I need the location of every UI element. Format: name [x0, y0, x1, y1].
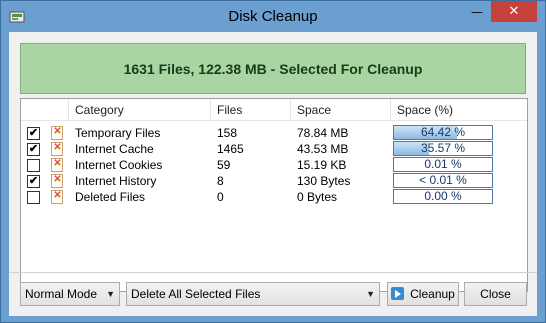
header-select-col[interactable] [21, 99, 69, 121]
row-checkbox[interactable]: ✔ [27, 127, 40, 140]
space-percent-bar: 0.00 % [393, 189, 493, 204]
row-files: 0 [217, 190, 224, 204]
minimize-icon: — [471, 4, 483, 19]
row-category: Temporary Files [75, 126, 161, 140]
row-space: 130 Bytes [297, 174, 351, 188]
row-category: Deleted Files [75, 190, 146, 204]
cleanup-button[interactable]: Cleanup [387, 282, 459, 306]
title-bar[interactable]: Disk Cleanup — ✕ [1, 1, 545, 32]
row-space: 15.19 KB [297, 158, 347, 172]
row-space: 78.84 MB [297, 126, 349, 140]
cleanup-button-label: Cleanup [410, 287, 455, 301]
header-space[interactable]: Space [291, 99, 391, 121]
table-row[interactable]: Deleted Files 0 0 Bytes 0.00 % [21, 189, 527, 205]
space-percent-bar: 35.57 % [393, 141, 493, 156]
space-percent-label: 35.57 % [420, 141, 466, 155]
space-percent-bar: 0.01 % [393, 157, 493, 172]
action-select[interactable]: Delete All Selected Files ▼ [126, 282, 380, 306]
space-percent-label: < 0.01 % [419, 173, 467, 187]
mode-select-value: Normal Mode [25, 287, 98, 301]
row-space: 43.53 MB [297, 142, 349, 156]
mode-select[interactable]: Normal Mode ▼ [20, 282, 120, 306]
table-row[interactable]: ✔ Temporary Files 158 78.84 MB 64.42 % [21, 125, 527, 141]
play-icon [391, 287, 405, 300]
row-category: Internet Cache [75, 142, 154, 156]
row-category: Internet History [75, 174, 157, 188]
header-space-percent[interactable]: Space (%) [391, 99, 527, 121]
action-select-value: Delete All Selected Files [131, 287, 261, 301]
table-row[interactable]: Internet Cookies 59 15.19 KB 0.01 % [21, 157, 527, 173]
footer-separator [9, 272, 537, 273]
space-percent-bar: < 0.01 % [393, 173, 493, 188]
delete-file-icon [51, 190, 63, 204]
delete-file-icon [51, 126, 63, 140]
list-header: Category Files Space Space (%) [21, 99, 527, 121]
delete-file-icon [51, 142, 63, 156]
table-row[interactable]: ✔ Internet History 8 130 Bytes < 0.01 % [21, 173, 527, 189]
close-button[interactable]: Close [464, 282, 527, 306]
row-files: 59 [217, 158, 231, 172]
close-icon: ✕ [508, 4, 520, 19]
row-checkbox[interactable] [27, 159, 40, 172]
header-category[interactable]: Category [69, 99, 211, 121]
row-files: 158 [217, 126, 238, 140]
minimize-button[interactable]: — [464, 1, 490, 22]
row-checkbox[interactable] [27, 191, 40, 204]
row-checkbox[interactable]: ✔ [27, 143, 40, 156]
row-files: 8 [217, 174, 224, 188]
category-list[interactable]: Category Files Space Space (%) ✔ Temporar… [20, 98, 528, 292]
chevron-down-icon: ▼ [366, 289, 375, 299]
space-percent-label: 64.42 % [420, 125, 466, 139]
table-row[interactable]: ✔ Internet Cache 1465 43.53 MB 35.57 % [21, 141, 527, 157]
disk-cleanup-window: Disk Cleanup — ✕ 1631 Files, 122.38 MB -… [0, 0, 546, 323]
row-space: 0 Bytes [297, 190, 338, 204]
space-percent-bar: 64.42 % [393, 125, 493, 140]
selection-summary-banner: 1631 Files, 122.38 MB - Selected For Cle… [20, 43, 526, 94]
space-percent-label: 0.00 % [424, 189, 462, 203]
close-window-button[interactable]: ✕ [491, 1, 537, 22]
space-percent-label: 0.01 % [424, 157, 462, 171]
delete-file-icon [51, 174, 63, 188]
delete-file-icon [51, 158, 63, 172]
client-area: 1631 Files, 122.38 MB - Selected For Cle… [9, 32, 537, 316]
chevron-down-icon: ▼ [106, 289, 115, 299]
header-files[interactable]: Files [211, 99, 291, 121]
close-button-label: Close [480, 287, 511, 301]
row-files: 1465 [217, 142, 244, 156]
row-category: Internet Cookies [75, 158, 163, 172]
row-checkbox[interactable]: ✔ [27, 175, 40, 188]
